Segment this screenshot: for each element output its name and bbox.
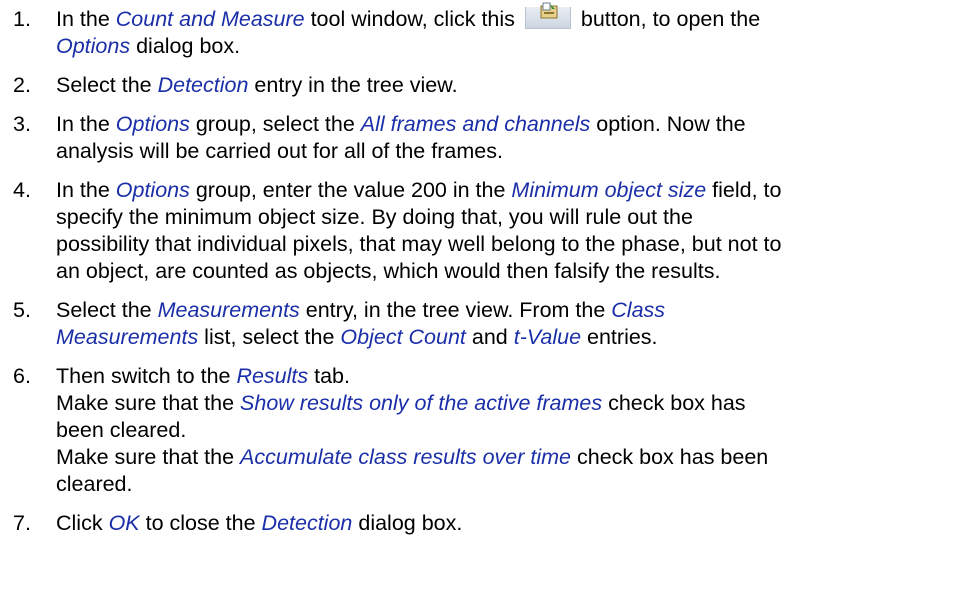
step-line: Select the Detection entry in the tree v…: [56, 72, 961, 99]
step-7: 7. Click OK to close the Detection dialo…: [0, 510, 969, 537]
step-line: possibility that individual pixels, that…: [56, 232, 782, 256]
text: Make sure that the: [56, 445, 241, 469]
text: Make sure that the: [56, 391, 241, 415]
instruction-list: 1. In the Count and Measure tool window,…: [0, 2, 969, 537]
options-button-icon: [524, 2, 571, 29]
step-line: In the Count and Measure tool window, cl…: [56, 2, 961, 33]
text: dialog box.: [352, 511, 463, 535]
text: tool window, click this: [304, 7, 521, 31]
step-line: cleared.: [56, 472, 133, 496]
step-line: In the Options group, select the All fra…: [56, 111, 961, 138]
text: field, to: [706, 178, 782, 202]
button-name: OK: [108, 511, 140, 535]
step-line: Make sure that the Show results only of …: [56, 390, 961, 417]
dialog-name: Options: [56, 34, 131, 58]
step-line: Options dialog box.: [56, 33, 961, 60]
step-2: 2. Select the Detection entry in the tre…: [0, 72, 969, 99]
step-number: 6.: [13, 364, 31, 388]
text: button, to open the: [574, 7, 761, 31]
option-name: All frames and channels: [360, 112, 591, 136]
entry-name: Object Count: [340, 325, 466, 349]
step-number: 2.: [13, 73, 31, 97]
step-1: 1. In the Count and Measure tool window,…: [0, 2, 969, 60]
text: Click: [56, 511, 109, 535]
dialog-name: Detection: [261, 511, 353, 535]
step-line: Click OK to close the Detection dialog b…: [56, 510, 961, 537]
text: Select the: [56, 298, 158, 322]
step-line: In the Options group, enter the value 20…: [56, 177, 961, 204]
text: list, select the: [198, 325, 341, 349]
step-line: been cleared.: [56, 418, 187, 442]
step-line: Select the Measurements entry, in the tr…: [56, 297, 961, 324]
entry-name: t-Value: [513, 325, 582, 349]
tree-entry-name: Detection: [157, 73, 249, 97]
text: group, select the: [189, 112, 361, 136]
list-name: Measurements: [56, 325, 199, 349]
step-4: 4. In the Options group, enter the value…: [0, 177, 969, 285]
tab-name: Results: [236, 364, 309, 388]
step-line: an object, are counted as objects, which…: [56, 259, 721, 283]
tree-entry-name: Measurements: [157, 298, 300, 322]
checkbox-name: Show results only of the active frames: [240, 391, 603, 415]
text: check box has been: [571, 445, 769, 469]
group-name: Options: [115, 178, 190, 202]
step-line: Measurements list, select the Object Cou…: [56, 324, 961, 351]
text: entries.: [581, 325, 658, 349]
step-line: analysis will be carried out for all of …: [56, 139, 503, 163]
text: In the: [56, 112, 116, 136]
step-number: 7.: [13, 511, 31, 535]
list-name: Class: [611, 298, 666, 322]
step-number: 5.: [13, 298, 31, 322]
text: group, enter the value 200 in the: [189, 178, 512, 202]
group-name: Options: [115, 112, 190, 136]
text: entry in the tree view.: [248, 73, 458, 97]
text: Then switch to the: [56, 364, 237, 388]
step-5: 5. Select the Measurements entry, in the…: [0, 297, 969, 351]
step-number: 4.: [13, 178, 31, 202]
step-number: 3.: [13, 112, 31, 136]
text: Select the: [56, 73, 158, 97]
step-3: 3. In the Options group, select the All …: [0, 111, 969, 165]
step-number: 1.: [13, 7, 31, 31]
text: tab.: [308, 364, 350, 388]
text: to close the: [139, 511, 262, 535]
text: In the: [56, 178, 116, 202]
step-line: Make sure that the Accumulate class resu…: [56, 444, 961, 471]
text: dialog box.: [130, 34, 241, 58]
step-line: specify the minimum object size. By doin…: [56, 205, 693, 229]
text: and: [465, 325, 514, 349]
field-name: Minimum object size: [511, 178, 707, 202]
step-line: Then switch to the Results tab.: [56, 363, 961, 390]
text: In the: [56, 7, 116, 31]
tool-window-name: Count and Measure: [115, 7, 305, 31]
checkbox-name: Accumulate class results over time: [240, 445, 572, 469]
text: check box has: [602, 391, 746, 415]
text: entry, in the tree view. From the: [299, 298, 612, 322]
text: option. Now the: [590, 112, 746, 136]
step-6: 6. Then switch to the Results tab. Make …: [0, 363, 969, 498]
